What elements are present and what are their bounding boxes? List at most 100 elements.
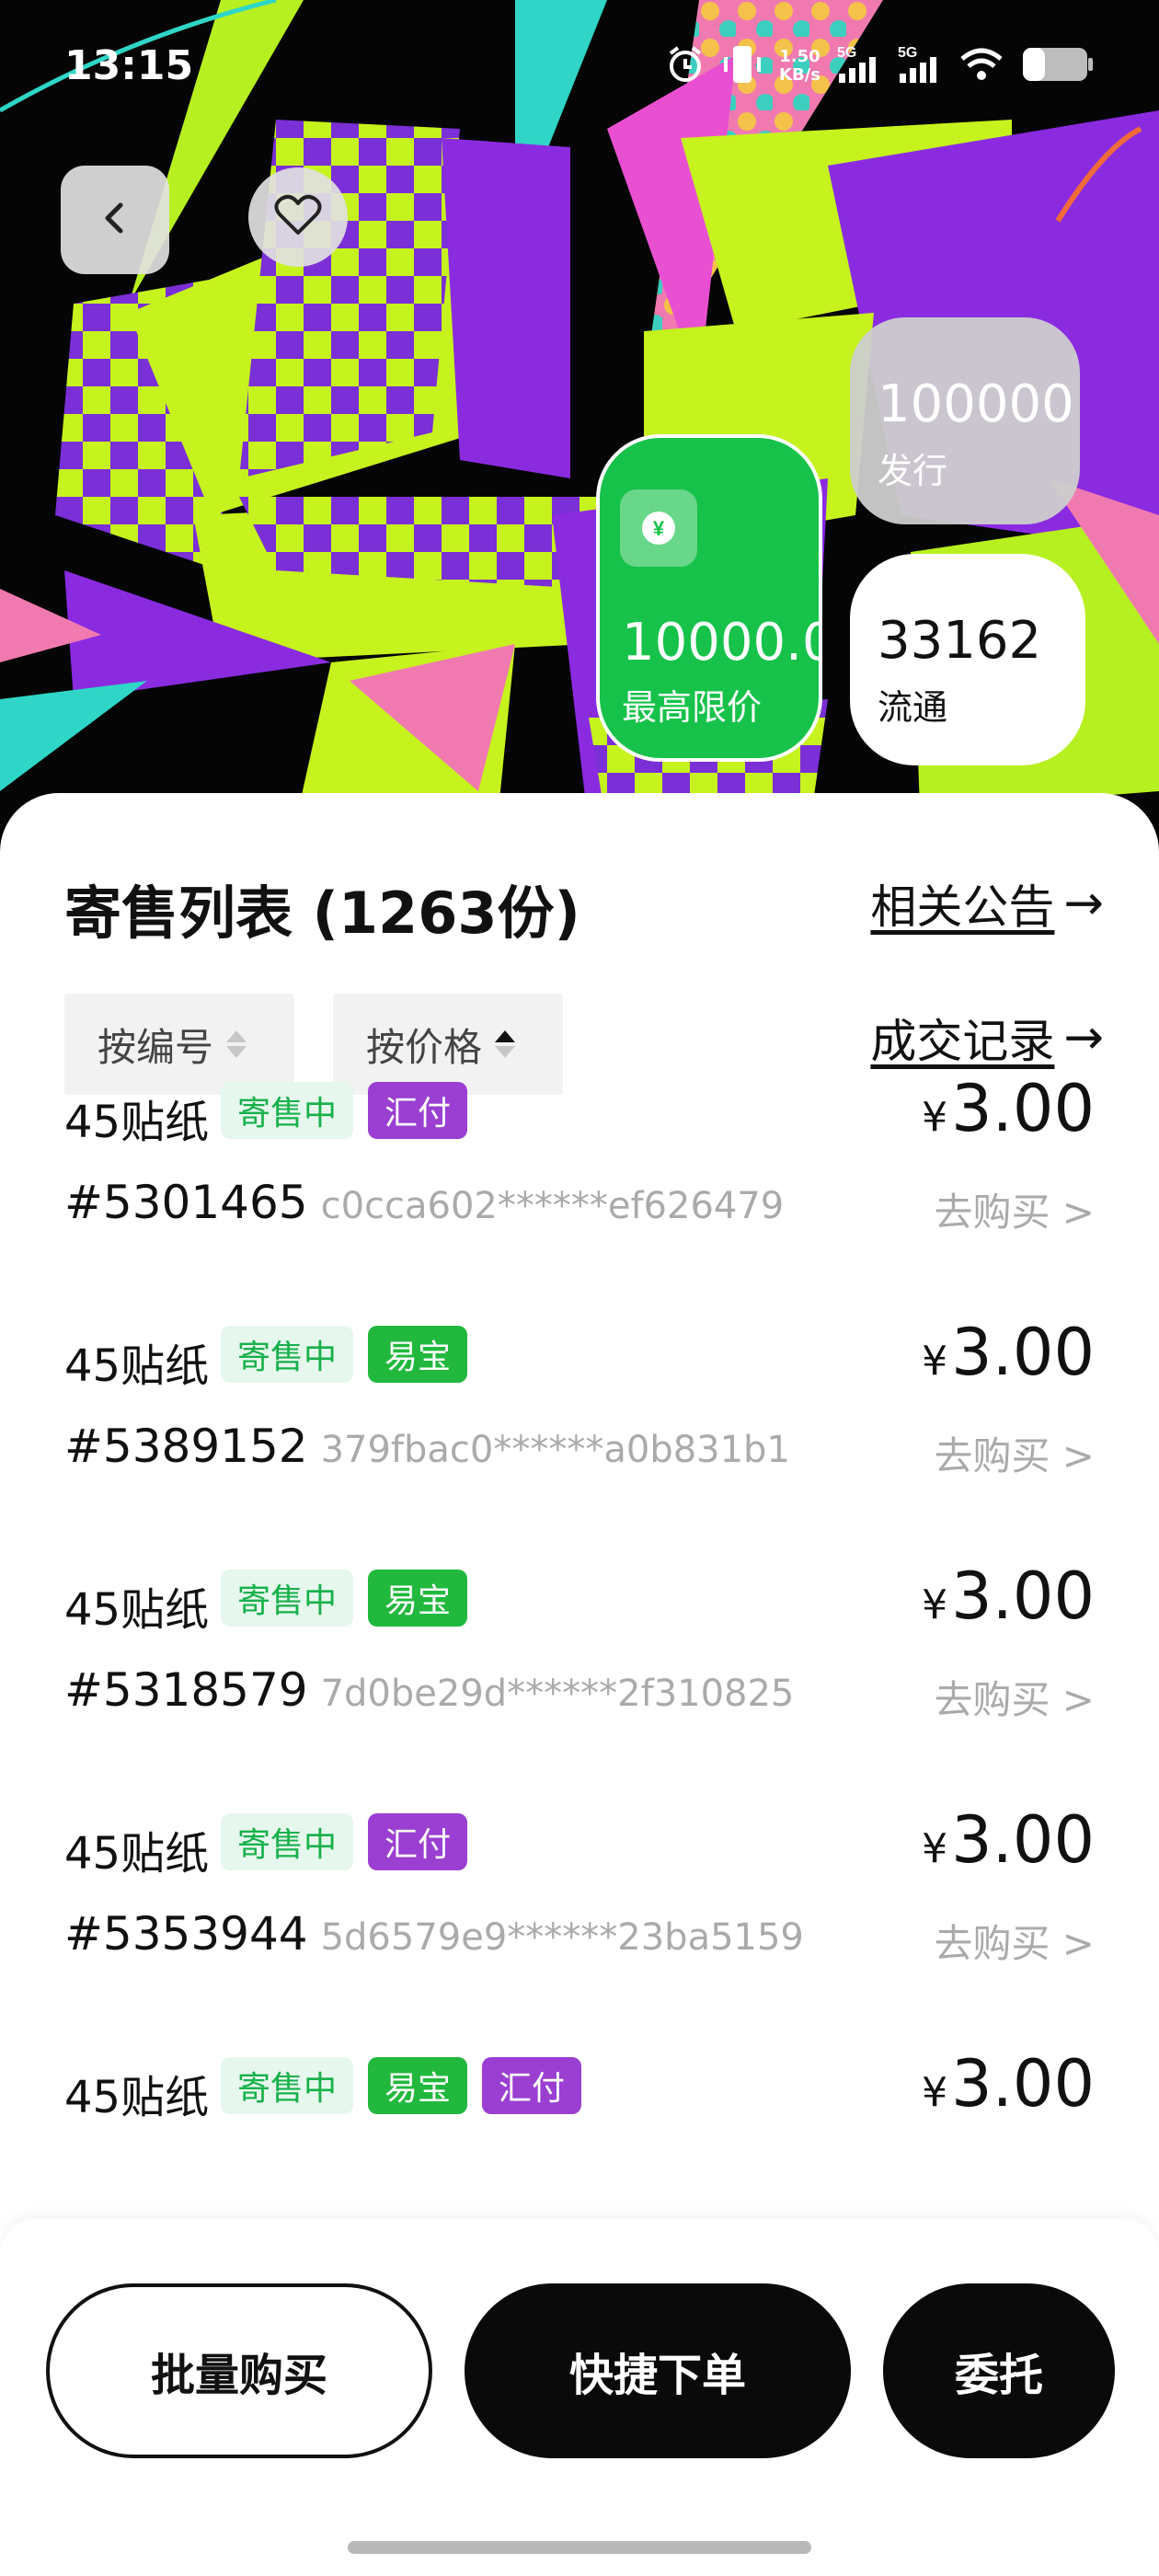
payment-channel-badge: 易宝 (368, 1570, 468, 1627)
payment-channel-badge: 汇付 (368, 1813, 468, 1870)
item-serial: #5353944 5d6579e9******23ba5159 (64, 1907, 804, 1961)
item-name: 45贴纸 (64, 1097, 210, 1148)
chevron-left-icon (95, 198, 135, 242)
circulation-label: 流通 (878, 687, 948, 728)
home-indicator[interactable] (348, 2541, 811, 2554)
item-price: ¥3.00 (922, 2046, 1095, 2122)
item-tags: 寄售中 汇付 (221, 1813, 468, 1870)
wifi-icon (958, 46, 1004, 86)
issue-count-card: 100000 发行 (850, 317, 1080, 524)
item-tags: 寄售中 易宝 (221, 1326, 468, 1383)
circulation-card: 33162 流通 (850, 554, 1085, 765)
item-tags: 寄售中 易宝 汇付 (221, 2057, 582, 2114)
item-serial: #5389152 379fbac0******a0b831b1 (64, 1420, 790, 1473)
price-limit-card: ¥ 10000.0 最高限价 (596, 434, 822, 762)
item-serial: #5318579 7d0be29d******2f310825 (64, 1663, 794, 1717)
price-value: 3.00 (951, 1071, 1095, 1146)
price-value: 3.00 (951, 2046, 1095, 2122)
net-speed-value: 1.50 (779, 47, 820, 66)
price-value: 3.00 (951, 1315, 1095, 1390)
batch-buy-button[interactable]: 批量购买 (46, 2283, 432, 2458)
favorite-button[interactable] (248, 167, 348, 267)
item-hash: 7d0be29d******2f310825 (320, 1673, 795, 1715)
buy-link[interactable]: 去购买 > (934, 1425, 1095, 1481)
signal-2-icon: 5G (898, 44, 942, 88)
listing-row[interactable]: 45贴纸 寄售中 汇付 ¥3.00 #5301465 c0cca602******ef62… (0, 1067, 1159, 1310)
item-name: 45贴纸 (64, 2072, 210, 2123)
issue-count-label: 发行 (878, 451, 948, 491)
item-serial: #5301465 c0cca602******ef626479 (64, 1176, 784, 1229)
currency-symbol: ¥ (922, 2069, 948, 2116)
status-badge: 寄售中 (221, 2057, 354, 2114)
net-speed: 1.50 KB/s (779, 48, 820, 85)
vibrate-icon (722, 42, 763, 90)
sort-by-price-label: 按价格 (366, 1024, 483, 1070)
item-price: ¥3.00 (922, 1558, 1095, 1634)
circulation-value: 33162 (878, 611, 1042, 671)
status-badge: 寄售中 (221, 1326, 354, 1383)
announcement-link[interactable]: 相关公告 → (870, 870, 1104, 937)
arrow-right-icon: → (1063, 876, 1104, 931)
sort-by-number-label: 按编号 (98, 1024, 214, 1070)
payment-channel-badge: 易宝 (368, 2057, 468, 2114)
status-time: 13:15 (64, 42, 194, 89)
buy-link[interactable]: 去购买 > (934, 1669, 1095, 1725)
item-price: ¥3.00 (922, 1802, 1095, 1878)
buy-link[interactable]: 去购买 > (934, 1181, 1095, 1237)
payment-channel-badge: 汇付 (368, 1082, 468, 1139)
status-badge: 寄售中 (221, 1813, 354, 1870)
payment-channel-badge: 汇付 (482, 2057, 582, 2114)
item-name: 45贴纸 (64, 1340, 210, 1392)
price-limit-label: 最高限价 (622, 687, 763, 728)
status-badge: 寄售中 (221, 1570, 354, 1627)
yuan-icon-glyph: ¥ (653, 517, 665, 540)
serial-number: #5353944 (64, 1907, 308, 1961)
currency-symbol: ¥ (922, 1338, 948, 1385)
sort-arrows-icon (226, 1030, 247, 1058)
sort-arrows-active-icon (495, 1030, 516, 1058)
serial-number: #5318579 (64, 1663, 308, 1717)
status-badge: 寄售中 (221, 1082, 354, 1139)
bottom-action-bar: 批量购买 快捷下单 委托 (0, 2219, 1159, 2576)
listing-row[interactable]: 45贴纸 寄售中 易宝 ¥3.00 #5389152 379fbac0******a0b8… (0, 1311, 1159, 1554)
net-speed-unit: KB/s (779, 65, 820, 85)
serial-number: #5389152 (64, 1420, 308, 1473)
status-bar: 13:15 1.50 KB/s 5G 5G (0, 0, 1159, 138)
hero-banner: 13:15 1.50 KB/s 5G 5G 100000 发行 ¥ 10000.… (0, 0, 1159, 828)
currency-symbol: ¥ (922, 1581, 948, 1628)
entrust-button[interactable]: 委托 (883, 2283, 1115, 2458)
listing-row[interactable]: 45贴纸 寄售中 易宝 ¥3.00 #5318579 7d0be29d******2f31… (0, 1555, 1159, 1798)
trade-record-link-label: 成交记录 (870, 1015, 1055, 1068)
price-value: 3.00 (951, 1802, 1095, 1878)
yuan-icon: ¥ (620, 489, 697, 567)
announcement-link-label: 相关公告 (870, 880, 1055, 934)
list-title: 寄售列表 (1263份) (64, 880, 580, 947)
currency-symbol: ¥ (922, 1825, 948, 1872)
sim1-label: 5G (837, 45, 856, 61)
item-tags: 寄售中 易宝 (221, 1570, 468, 1627)
listing-row[interactable]: 45贴纸 寄售中 汇付 ¥3.00 #5353944 5d6579e9******23ba… (0, 1799, 1159, 2041)
item-price: ¥3.00 (922, 1315, 1095, 1390)
item-hash: 5d6579e9******23ba5159 (320, 1916, 804, 1959)
payment-channel-badge: 易宝 (368, 1326, 468, 1383)
trade-record-link[interactable]: 成交记录 → (870, 1005, 1104, 1071)
buy-link[interactable]: 去购买 > (934, 1913, 1095, 1969)
alarm-icon (665, 44, 706, 88)
status-icons: 1.50 KB/s 5G 5G (665, 42, 1095, 90)
back-button[interactable] (61, 166, 169, 274)
price-value: 3.00 (951, 1558, 1095, 1634)
item-tags: 寄售中 汇付 (221, 1082, 468, 1139)
price-limit-value: 10000.0 (622, 613, 822, 673)
sim2-label: 5G (898, 45, 917, 61)
quick-order-button[interactable]: 快捷下单 (465, 2283, 851, 2458)
battery-icon (1021, 44, 1095, 88)
currency-symbol: ¥ (922, 1094, 948, 1141)
item-hash: 379fbac0******a0b831b1 (320, 1429, 790, 1471)
item-hash: c0cca602******ef626479 (320, 1185, 785, 1227)
signal-1-icon: 5G (837, 44, 881, 88)
issue-count-value: 100000 (878, 374, 1074, 434)
arrow-right-icon: → (1063, 1010, 1104, 1065)
item-price: ¥3.00 (922, 1071, 1095, 1146)
item-name: 45贴纸 (64, 1828, 210, 1880)
serial-number: #5301465 (64, 1176, 308, 1229)
